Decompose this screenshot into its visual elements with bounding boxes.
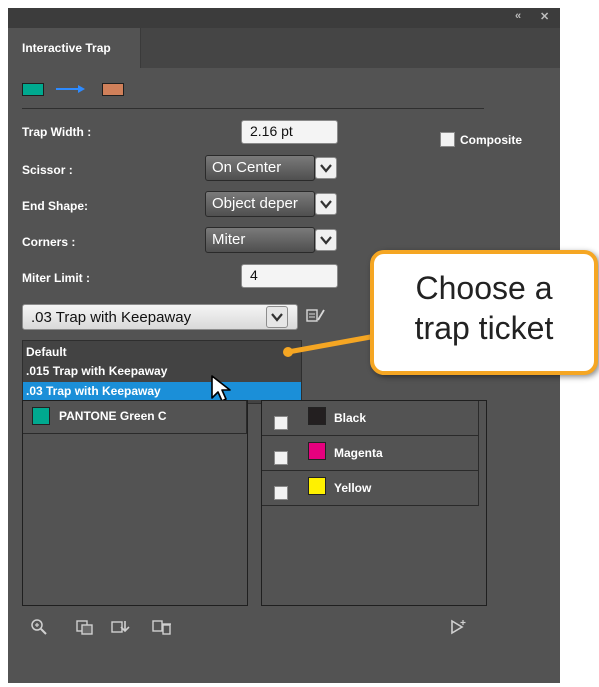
corners-chevron-down-icon[interactable] (315, 229, 337, 251)
callout-box: Choose a trap ticket (370, 250, 598, 375)
ink-swatch (308, 477, 326, 495)
list-item[interactable]: Magenta (262, 436, 479, 471)
delete-icon[interactable] (152, 618, 172, 640)
dropdown-option-03[interactable]: .03 Trap with Keepaway (23, 382, 301, 400)
end-shape-label: End Shape: (22, 199, 89, 213)
zoom-icon[interactable] (30, 618, 48, 640)
trap-from-ink-list[interactable]: PANTONE Green C (22, 400, 248, 606)
ink-name: PANTONE Green C (59, 409, 167, 423)
trap-width-label: Trap Width : (22, 125, 92, 139)
dropdown-option-015[interactable]: .015 Trap with Keepaway (23, 362, 301, 380)
scissor-label: Scissor : (22, 163, 73, 177)
miter-limit-input[interactable]: 4 (241, 264, 338, 288)
corners-select[interactable]: Miter (205, 227, 315, 253)
close-icon[interactable]: ✕ (540, 10, 549, 23)
list-item[interactable]: PANTONE Green C (23, 401, 247, 434)
trap-to-ink-list[interactable]: Black Magenta Yellow (261, 400, 487, 606)
list-item[interactable]: Yellow (262, 471, 479, 506)
end-shape-select[interactable]: Object deper (205, 191, 315, 217)
trap-from-swatch[interactable] (22, 83, 44, 96)
ink-name: Yellow (334, 481, 372, 495)
ink-checkbox[interactable] (274, 416, 288, 430)
add-ink-icon[interactable] (76, 618, 94, 640)
ink-swatch (32, 407, 50, 425)
list-item[interactable]: Black (262, 401, 479, 436)
ink-name: Black (334, 411, 367, 425)
trap-ticket-dropdown: Default .015 Trap with Keepaway .03 Trap… (22, 340, 302, 404)
scissor-select[interactable]: On Center (205, 155, 315, 181)
panel-title-bar: « ✕ (8, 8, 560, 28)
callout-connector (283, 333, 379, 357)
ink-checkbox[interactable] (274, 486, 288, 500)
trap-ticket-chevron-down-icon[interactable] (266, 306, 288, 328)
callout-line-1: Choose a (415, 270, 553, 306)
ink-swatch (308, 442, 326, 460)
apply-icon[interactable] (449, 618, 467, 640)
tab-interactive-trap[interactable]: Interactive Trap (8, 28, 141, 68)
collapse-icon[interactable]: « (515, 10, 521, 22)
edit-ticket-icon[interactable] (306, 307, 326, 327)
dropdown-option-default[interactable]: Default (23, 343, 301, 361)
tab-strip (141, 28, 560, 68)
ink-swatch (308, 407, 326, 425)
composite-checkbox[interactable] (440, 132, 455, 147)
corners-label: Corners : (22, 235, 76, 249)
scissor-chevron-down-icon[interactable] (315, 157, 337, 179)
divider (22, 108, 484, 109)
import-icon[interactable] (111, 618, 131, 640)
ink-name: Magenta (334, 446, 383, 460)
ink-checkbox[interactable] (274, 451, 288, 465)
end-shape-chevron-down-icon[interactable] (315, 193, 337, 215)
composite-label: Composite (460, 133, 523, 147)
trap-direction-arrow-icon[interactable] (52, 82, 92, 96)
trap-to-swatch[interactable] (102, 83, 124, 96)
trap-width-input[interactable]: 2.16 pt (241, 120, 338, 144)
miter-limit-label: Miter Limit : (22, 271, 90, 285)
trap-ticket-selected-label: .03 Trap with Keepaway (31, 309, 192, 326)
trap-ticket-select[interactable]: .03 Trap with Keepaway (22, 304, 298, 330)
callout-line-2: trap ticket (414, 310, 554, 346)
